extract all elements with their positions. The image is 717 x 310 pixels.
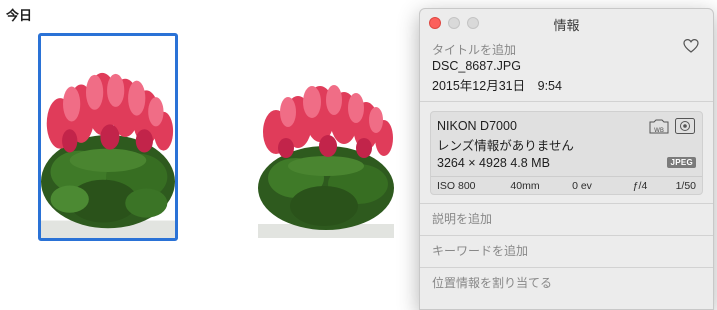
description-input[interactable]: 説明を追加 (420, 204, 713, 235)
window-title: 情報 (553, 18, 580, 33)
info-window: 情報 タイトルを追加 DSC_8687.JPG 2015年12月31日 9:54… (419, 8, 714, 310)
location-input[interactable]: 位置情報を割り当てる (420, 268, 713, 299)
cyclamen-image (41, 36, 175, 238)
exposure-bias-value: 0 ev (572, 180, 592, 192)
aperture-value: ƒ/4 (632, 180, 648, 192)
shutter-speed-value: 1/50 (675, 180, 696, 192)
cyclamen-image (258, 66, 394, 238)
heart-icon[interactable] (683, 38, 699, 54)
divider (420, 101, 713, 102)
white-balance-icon: WB (649, 119, 669, 134)
capture-datetime: 2015年12月31日 9:54 (432, 79, 562, 93)
metering-icon (675, 118, 695, 134)
iso-value: ISO 800 (437, 180, 476, 192)
day-label: 今日 (6, 8, 33, 23)
filename: DSC_8687.JPG (432, 59, 521, 73)
image-size: 3264 × 4928 4.8 MB (437, 156, 550, 170)
keyword-input[interactable]: キーワードを追加 (420, 236, 713, 267)
divider (431, 176, 702, 177)
camera-model: NIKON D7000 (437, 119, 517, 133)
title-section: タイトルを追加 DSC_8687.JPG 2015年12月31日 9:54 (420, 35, 713, 101)
lens-info: レンズ情報がありません (437, 139, 574, 153)
format-badge: JPEG (667, 157, 696, 168)
photo-thumbnail[interactable] (258, 66, 394, 238)
svg-text:WB: WB (654, 127, 664, 134)
title-input[interactable]: タイトルを追加 (432, 41, 701, 57)
focal-length-value: 40mm (510, 180, 540, 192)
photo-thumbnail-selected[interactable] (38, 33, 178, 241)
camera-info-box: NIKON D7000 レンズ情報がありません 3264 × 4928 4.8 … (430, 111, 703, 195)
info-titlebar[interactable]: 情報 (420, 9, 713, 35)
